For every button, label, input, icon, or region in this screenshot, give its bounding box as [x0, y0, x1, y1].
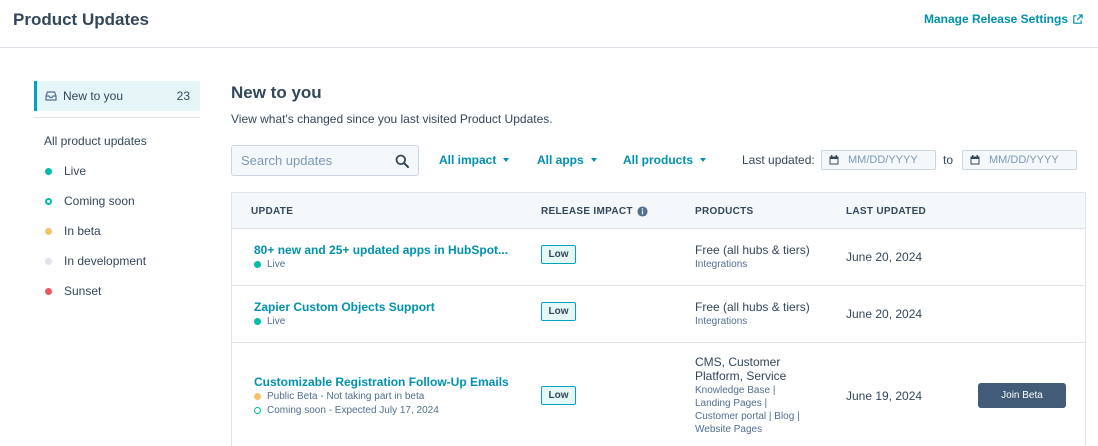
sidebar-item-new-to-you[interactable]: New to you 23 — [34, 81, 200, 111]
apps-filter-label: All apps — [537, 153, 584, 167]
table-row: Customizable Registration Follow-Up Emai… — [232, 343, 1085, 446]
update-status: Public Beta - Not taking part in beta — [254, 391, 424, 402]
app-title: Product Updates — [13, 10, 150, 29]
status-dot-icon — [45, 257, 52, 265]
chevron-down-icon — [503, 158, 510, 162]
updates-table: UPDATE RELEASE IMPACT PRODUCTS LAST UPDA… — [231, 192, 1086, 446]
sidebar-item-sunset[interactable]: Sunset — [34, 283, 200, 299]
products-text: Free (all hubs & tiers) — [695, 300, 810, 314]
status-text: Live — [267, 259, 286, 270]
page-subtitle: View what's changed since you last visit… — [231, 112, 553, 126]
status-text: Coming soon - Expected July 17, 2024 — [267, 405, 439, 416]
impact-filter-label: All impact — [439, 153, 497, 167]
last-updated-date: June 19, 2024 — [846, 389, 923, 403]
external-link-icon — [1073, 13, 1083, 24]
status-text: Public Beta - Not taking part in beta — [267, 391, 425, 402]
last-updated-date: June 20, 2024 — [846, 250, 923, 264]
update-status: Coming soon - Expected July 17, 2024 — [254, 405, 439, 416]
join-beta-button[interactable]: Join Beta — [978, 383, 1066, 408]
products-subtext: Knowledge Base | Landing Pages | Custome… — [695, 384, 800, 436]
last-updated-date: June 20, 2024 — [846, 307, 923, 321]
manage-release-settings-link[interactable]: Manage Release Settings — [924, 12, 1083, 26]
update-title-link[interactable]: Customizable Registration Follow-Up Emai… — [254, 375, 509, 389]
impact-badge: Low — [541, 386, 576, 405]
new-count-badge: 23 — [176, 89, 190, 103]
products-text: Free (all hubs & tiers) — [695, 243, 810, 257]
calendar-icon — [970, 155, 980, 165]
status-dot-icon — [254, 318, 261, 325]
sidebar: New to you 23 All product updates Live Co… — [34, 81, 200, 299]
search-input[interactable] — [241, 153, 395, 168]
status-list: Live Coming soon In beta In development Suns… — [34, 163, 200, 299]
chevron-down-icon — [590, 158, 597, 162]
date-to-placeholder: MM/DD/YYYY — [989, 154, 1059, 166]
sidebar-item-in-beta[interactable]: In beta — [34, 223, 200, 239]
column-header-products[interactable]: PRODUCTS — [695, 206, 754, 217]
update-title-link[interactable]: Zapier Custom Objects Support — [254, 300, 435, 314]
products-subtext: Integrations — [695, 259, 748, 270]
date-to-field[interactable]: MM/DD/YYYY — [962, 150, 1077, 170]
column-header-label: LAST UPDATED — [846, 206, 927, 217]
page-title: New to you — [231, 83, 322, 102]
top-bar: Product Updates Manage Release Settings — [0, 0, 1098, 48]
search-icon[interactable] — [395, 154, 409, 168]
sidebar-item-live[interactable]: Live — [34, 163, 200, 179]
table-header: UPDATE RELEASE IMPACT PRODUCTS LAST UPDA… — [232, 193, 1085, 229]
column-header-update[interactable]: UPDATE — [251, 206, 293, 217]
info-icon[interactable] — [637, 206, 648, 217]
apps-filter[interactable]: All apps — [537, 153, 597, 167]
date-from-placeholder: MM/DD/YYYY — [848, 154, 918, 166]
status-ring-icon — [254, 407, 261, 414]
sidebar-divider — [34, 117, 200, 118]
chevron-down-icon — [700, 158, 707, 162]
impact-badge: Low — [541, 302, 576, 321]
sidebar-item-in-development[interactable]: In development — [34, 253, 200, 269]
products-sub-line: Customer portal | Blog | — [695, 411, 800, 422]
column-header-label: UPDATE — [251, 206, 294, 217]
products-text: CMS, Customer Platform, Service — [695, 355, 786, 383]
status-dot-icon — [254, 393, 261, 400]
column-header-label: PRODUCTS — [695, 206, 754, 217]
products-filter[interactable]: All products — [623, 153, 707, 167]
sidebar-item-label: Sunset — [64, 284, 102, 298]
last-updated-label: Last updated: — [742, 153, 815, 167]
column-header-label: RELEASE IMPACT — [541, 206, 633, 217]
update-status: Live — [254, 316, 285, 327]
sidebar-item-label: New to you — [63, 89, 124, 103]
products-sub-line: Website Pages — [695, 424, 763, 435]
status-dot-icon — [45, 197, 52, 205]
products-subtext: Integrations — [695, 316, 748, 327]
sidebar-item-label: Live — [64, 164, 87, 178]
column-header-last-updated[interactable]: LAST UPDATED — [846, 206, 926, 217]
impact-badge: Low — [541, 245, 576, 264]
products-sub-line: Landing Pages | — [695, 398, 768, 409]
sidebar-item-label: Coming soon — [64, 194, 135, 208]
products-line: Platform, Service — [695, 369, 787, 383]
products-line: CMS, Customer — [695, 355, 781, 369]
table-row: Zapier Custom Objects Support Live Low F… — [232, 286, 1085, 343]
column-header-release-impact[interactable]: RELEASE IMPACT — [541, 206, 648, 217]
date-from-field[interactable]: MM/DD/YYYY — [821, 150, 936, 170]
impact-filter[interactable]: All impact — [439, 153, 510, 167]
sidebar-item-all-product-updates[interactable]: All product updates — [34, 133, 200, 149]
sidebar-item-coming-soon[interactable]: Coming soon — [34, 193, 200, 209]
status-dot-icon — [45, 167, 52, 175]
sidebar-item-label: In development — [64, 254, 147, 268]
sidebar-item-label: In beta — [64, 224, 101, 238]
status-dot-icon — [45, 227, 52, 235]
inbox-icon — [45, 91, 57, 101]
update-title-link[interactable]: 80+ new and 25+ updated apps in HubSpot.… — [254, 243, 508, 257]
products-filter-label: All products — [623, 153, 694, 167]
to-label: to — [943, 153, 954, 167]
status-dot-icon — [254, 261, 261, 268]
update-status: Live — [254, 259, 285, 270]
search-box — [231, 145, 419, 176]
table-row: 80+ new and 25+ updated apps in HubSpot.… — [232, 229, 1085, 286]
products-sub-line: Knowledge Base | — [695, 385, 776, 396]
manage-link-label: Manage Release Settings — [923, 12, 1068, 26]
status-dot-icon — [45, 287, 52, 295]
status-text: Live — [267, 316, 286, 327]
calendar-icon — [829, 155, 839, 165]
